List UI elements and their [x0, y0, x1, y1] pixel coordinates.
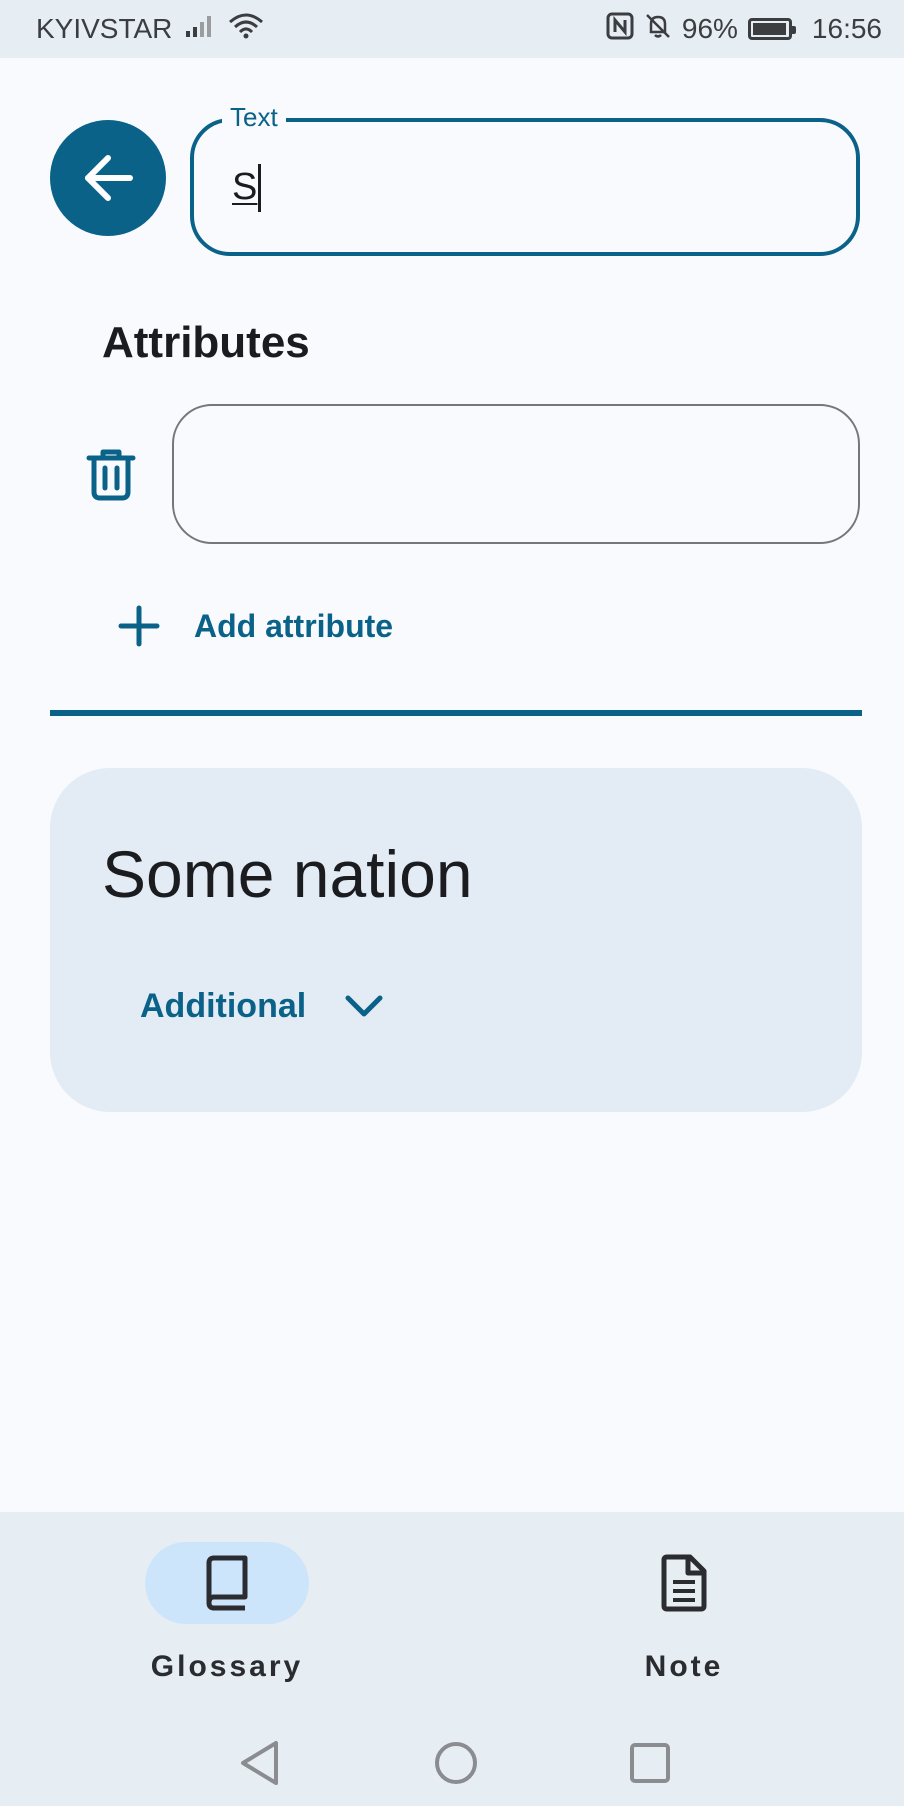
battery-icon [747, 18, 796, 40]
nav-label-note: Note [644, 1650, 724, 1683]
system-recents-button[interactable] [626, 1738, 674, 1793]
status-right: 96% 16:56 [606, 12, 882, 47]
text-field[interactable]: Text S [190, 102, 860, 256]
trash-icon [86, 449, 136, 501]
nav-label-glossary: Glossary [150, 1650, 304, 1683]
plus-icon [118, 605, 160, 647]
nav-pill-note [602, 1542, 766, 1624]
text-field-label: Text [222, 102, 286, 133]
chevron-down-icon [345, 995, 383, 1017]
system-home-button[interactable] [432, 1738, 480, 1793]
book-icon [206, 1555, 248, 1611]
arrow-left-icon [85, 155, 133, 201]
nav-item-note[interactable]: Note [534, 1542, 834, 1684]
wifi-icon [228, 12, 264, 47]
screen: KYIVSTAR 96% 16:56 Text S Attributes Add… [0, 0, 904, 1806]
additional-label: Additional [140, 986, 307, 1025]
entry-card[interactable]: Some nation Additional [50, 768, 862, 1112]
attribute-input[interactable] [172, 404, 860, 544]
nav-item-glossary[interactable]: Glossary [77, 1542, 377, 1684]
delete-attribute-button[interactable] [78, 440, 144, 510]
attributes-title: Attributes [102, 318, 310, 367]
nfc-icon [606, 12, 634, 47]
add-attribute-label: Add attribute [194, 607, 394, 644]
card-title: Some nation [102, 837, 473, 911]
carrier-label: KYIVSTAR [36, 13, 173, 44]
divider [50, 710, 862, 716]
square-recents-icon [630, 1743, 670, 1783]
status-bar: KYIVSTAR 96% 16:56 [0, 0, 904, 58]
text-field-value: S [232, 166, 258, 208]
text-cursor [258, 164, 261, 212]
signal-icon [184, 13, 216, 46]
system-back-button[interactable] [238, 1738, 282, 1793]
status-left: KYIVSTAR [36, 12, 264, 47]
add-attribute-button[interactable]: Add attribute [118, 596, 393, 656]
system-navigation [0, 1730, 904, 1806]
bottom-navigation: Glossary Note [0, 1512, 904, 1730]
nav-indicator [145, 1542, 309, 1624]
circle-home-icon [435, 1742, 477, 1784]
additional-toggle[interactable]: Additional [140, 976, 384, 1036]
mute-bell-icon [644, 12, 672, 47]
battery-percent: 96% [681, 13, 738, 44]
clock: 16:56 [811, 13, 882, 44]
triangle-back-icon [241, 1741, 278, 1785]
back-button[interactable] [50, 120, 166, 236]
note-icon [661, 1554, 707, 1612]
